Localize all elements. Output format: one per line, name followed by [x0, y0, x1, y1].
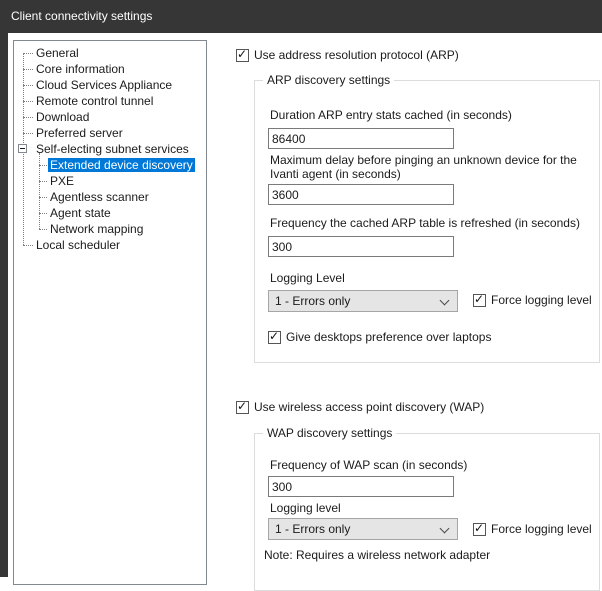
wap-force-logging-label: Force logging level — [491, 522, 592, 536]
checkmark-icon: ✓ — [474, 521, 485, 535]
arp-groupbox-title: ARP discovery settings — [263, 73, 395, 87]
tree-connector — [39, 213, 47, 214]
arp-desktops-checkbox[interactable]: ✓ — [268, 329, 281, 344]
use-arp-checkbox[interactable]: ✓ — [236, 47, 249, 62]
arp-duration-input[interactable] — [268, 128, 454, 149]
tree-item-label: Download — [36, 110, 90, 124]
tree-item-network-mapping[interactable]: Network mapping — [14, 221, 206, 237]
arp-force-logging-checkbox[interactable]: ✓ — [473, 292, 486, 307]
tree-connector — [39, 181, 47, 182]
wap-logging-value: 1 - Errors only — [275, 522, 351, 536]
tree-item-agent-state[interactable]: Agent state — [14, 205, 206, 221]
tree-item-cloud-services-appliance[interactable]: Cloud Services Appliance — [14, 77, 206, 93]
settings-tree: General Core information Cloud Services Ap… — [13, 40, 207, 585]
wap-frequency-input[interactable] — [268, 476, 454, 497]
arp-desktops-label: Give desktops preference over laptops — [286, 330, 492, 344]
checkmark-icon: ✓ — [474, 292, 485, 306]
tree-item-local-scheduler[interactable]: Local scheduler — [14, 237, 206, 253]
arp-discovery-groupbox: ARP discovery settings Duration ARP entr… — [254, 73, 600, 363]
tree-item-label: Local scheduler — [36, 238, 121, 252]
arp-logging-value: 1 - Errors only — [275, 294, 351, 308]
tree-connector — [23, 101, 33, 102]
tree-connector — [23, 69, 33, 70]
tree-connector — [23, 53, 33, 54]
tree-connector — [23, 245, 33, 246]
tree-expander-minus-icon[interactable] — [18, 144, 27, 153]
tree-connector — [39, 229, 47, 230]
tree-connector — [23, 117, 33, 118]
use-arp-label: Use address resolution protocol (ARP) — [254, 48, 459, 62]
tree-item-label: Network mapping — [50, 222, 144, 236]
window-title: Client connectivity settings — [11, 9, 153, 23]
tree-item-self-electing-subnet-services[interactable]: Self-electing subnet services — [14, 141, 206, 157]
arp-max-delay-input[interactable] — [268, 184, 454, 205]
use-wap-checkbox[interactable]: ✓ — [236, 399, 249, 414]
wap-logging-label: Logging level — [270, 501, 341, 515]
tree-item-label: PXE — [50, 174, 75, 188]
tree-item-label: Agent state — [50, 206, 111, 220]
wap-discovery-groupbox: WAP discovery settings Frequency of WAP … — [254, 426, 600, 591]
tree-item-label: Cloud Services Appliance — [36, 78, 173, 92]
tree-item-label: Preferred server — [36, 126, 123, 140]
checkmark-icon: ✓ — [237, 399, 248, 413]
wap-logging-select[interactable]: 1 - Errors only — [268, 518, 458, 540]
wap-force-logging-checkbox[interactable]: ✓ — [473, 521, 486, 536]
tree-item-pxe[interactable]: PXE — [14, 173, 206, 189]
tree-item-label: Remote control tunnel — [36, 94, 154, 108]
arp-force-logging-label: Force logging level — [491, 293, 592, 307]
tree-item-label: Agentless scanner — [50, 190, 149, 204]
wap-groupbox-title: WAP discovery settings — [263, 426, 397, 440]
window-titlebar: Client connectivity settings — [0, 0, 602, 33]
tree-connector — [39, 165, 47, 166]
checkmark-icon: ✓ — [269, 329, 280, 343]
chevron-down-icon — [439, 295, 450, 306]
chevron-down-icon — [439, 523, 450, 534]
tree-item-agentless-scanner[interactable]: Agentless scanner — [14, 189, 206, 205]
arp-logging-label: Logging Level — [270, 271, 345, 285]
tree-connector — [39, 197, 47, 198]
tree-connector — [23, 85, 33, 86]
tree-connector — [23, 133, 33, 134]
tree-item-extended-device-discovery[interactable]: Extended device discovery — [14, 157, 206, 173]
tree-item-label: Extended device discovery — [48, 158, 195, 172]
arp-max-delay-label: Maximum delay before pinging an unknown … — [270, 153, 577, 181]
arp-refresh-input[interactable] — [268, 236, 454, 257]
tree-item-remote-control-tunnel[interactable]: Remote control tunnel — [14, 93, 206, 109]
arp-logging-select[interactable]: 1 - Errors only — [268, 290, 458, 312]
checkmark-icon: ✓ — [237, 47, 248, 61]
tree-item-core-information[interactable]: Core information — [14, 61, 206, 77]
tree-item-label: Self-electing subnet services — [36, 142, 189, 156]
wap-frequency-label: Frequency of WAP scan (in seconds) — [270, 458, 468, 472]
use-wap-label: Use wireless access point discovery (WAP… — [254, 400, 485, 414]
tree-item-label: Core information — [36, 62, 125, 76]
wap-note: Note: Requires a wireless network adapte… — [264, 548, 491, 562]
minus-glyph — [20, 148, 25, 149]
tree-item-label: General — [36, 46, 79, 60]
tree-item-download[interactable]: Download — [14, 109, 206, 125]
tree-item-preferred-server[interactable]: Preferred server — [14, 125, 206, 141]
arp-refresh-label: Frequency the cached ARP table is refres… — [270, 216, 580, 230]
tree-item-general[interactable]: General — [14, 45, 206, 61]
left-edge-strip — [0, 33, 8, 577]
arp-duration-label: Duration ARP entry stats cached (in seco… — [270, 108, 512, 122]
